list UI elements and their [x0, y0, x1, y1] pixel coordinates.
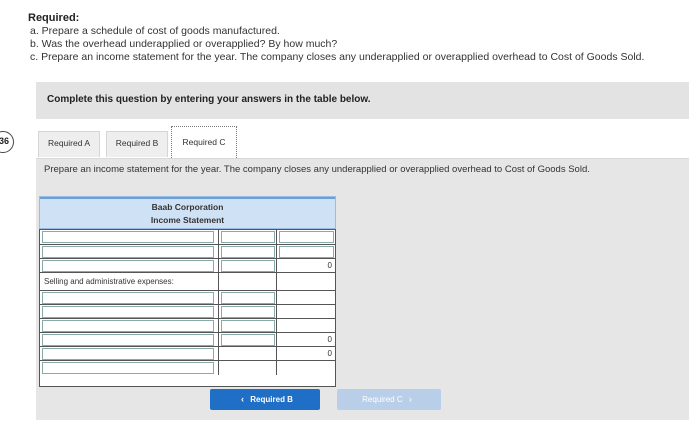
total-cell	[276, 319, 335, 333]
amount-cell	[218, 273, 276, 291]
amount-input[interactable]	[221, 306, 275, 318]
table-row: 0	[40, 346, 335, 361]
required-item-b: b. Was the overhead underapplied or over…	[30, 38, 338, 50]
amount-cell	[218, 305, 276, 319]
chevron-left-icon: ‹	[241, 394, 245, 404]
account-input[interactable]	[42, 334, 214, 346]
chevron-right-icon: ›	[408, 394, 412, 404]
total-input[interactable]	[279, 231, 334, 243]
account-input[interactable]	[42, 320, 214, 332]
income-statement-table: 0 Selling and administrative expenses: 0	[39, 229, 336, 387]
amount-input[interactable]	[221, 334, 275, 346]
amount-cell	[218, 291, 276, 305]
account-input[interactable]	[42, 362, 214, 374]
table-row: 0	[40, 258, 335, 273]
required-title: Required:	[28, 12, 80, 24]
amount-cell	[218, 361, 276, 375]
instruction-banner: Complete this question by entering your …	[36, 82, 689, 119]
amount-cell	[218, 319, 276, 333]
amount-cell	[218, 245, 276, 259]
table-row	[40, 360, 335, 375]
tab-required-a[interactable]: Required A	[38, 131, 100, 157]
account-input[interactable]	[42, 231, 214, 243]
amount-input[interactable]	[221, 231, 275, 243]
amount-cell	[218, 230, 276, 244]
total-cell	[276, 291, 335, 305]
amount-input[interactable]	[221, 320, 275, 332]
previous-tab-button[interactable]: ‹ Required B	[210, 389, 320, 410]
table-row	[40, 290, 335, 305]
selling-admin-label: Selling and administrative expenses:	[44, 277, 174, 286]
required-item-a: a. Prepare a schedule of cost of goods m…	[30, 25, 280, 37]
table-row	[40, 230, 335, 244]
table-row: 0	[40, 332, 335, 347]
total-cell	[276, 305, 335, 319]
answer-panel: Required A Required B Required C Prepare…	[36, 121, 689, 420]
account-input[interactable]	[42, 260, 214, 272]
amount-cell	[218, 333, 276, 347]
question-number-badge: 36	[0, 131, 14, 153]
header-accent-line	[40, 197, 335, 199]
account-input[interactable]	[42, 292, 214, 304]
total-value: 0	[276, 347, 335, 361]
table-row	[40, 304, 335, 319]
total-cell	[276, 273, 335, 291]
company-name: Baab Corporation	[151, 202, 224, 212]
required-section: Required: a. Prepare a schedule of cost …	[28, 12, 688, 64]
account-input[interactable]	[42, 348, 214, 360]
statement-title: Income Statement	[150, 215, 225, 225]
tab-required-c[interactable]: Required C	[171, 126, 237, 158]
next-tab-button[interactable]: Required C ›	[337, 389, 441, 410]
total-cell	[276, 230, 335, 244]
total-value: 0	[276, 333, 335, 347]
total-input[interactable]	[279, 246, 334, 258]
tab-strip: Required A Required B Required C	[36, 121, 689, 159]
amount-input[interactable]	[221, 246, 275, 258]
account-input[interactable]	[42, 306, 214, 318]
table-row	[40, 244, 335, 259]
amount-cell	[218, 347, 276, 361]
amount-input[interactable]	[221, 292, 275, 304]
statement-header: Baab Corporation Income Statement	[39, 196, 336, 229]
table-row	[40, 318, 335, 333]
question-prompt: Prepare an income statement for the year…	[44, 164, 590, 175]
required-item-c: c. Prepare an income statement for the y…	[30, 51, 645, 63]
table-row: Selling and administrative expenses:	[40, 272, 335, 291]
total-cell	[276, 245, 335, 259]
amount-input[interactable]	[221, 260, 275, 272]
total-value: 0	[276, 259, 335, 273]
account-input[interactable]	[42, 246, 214, 258]
previous-button-label: Required B	[250, 395, 293, 404]
amount-cell	[218, 259, 276, 273]
total-cell	[276, 361, 335, 375]
next-button-label: Required C	[362, 395, 403, 404]
tab-required-b[interactable]: Required B	[106, 131, 168, 157]
